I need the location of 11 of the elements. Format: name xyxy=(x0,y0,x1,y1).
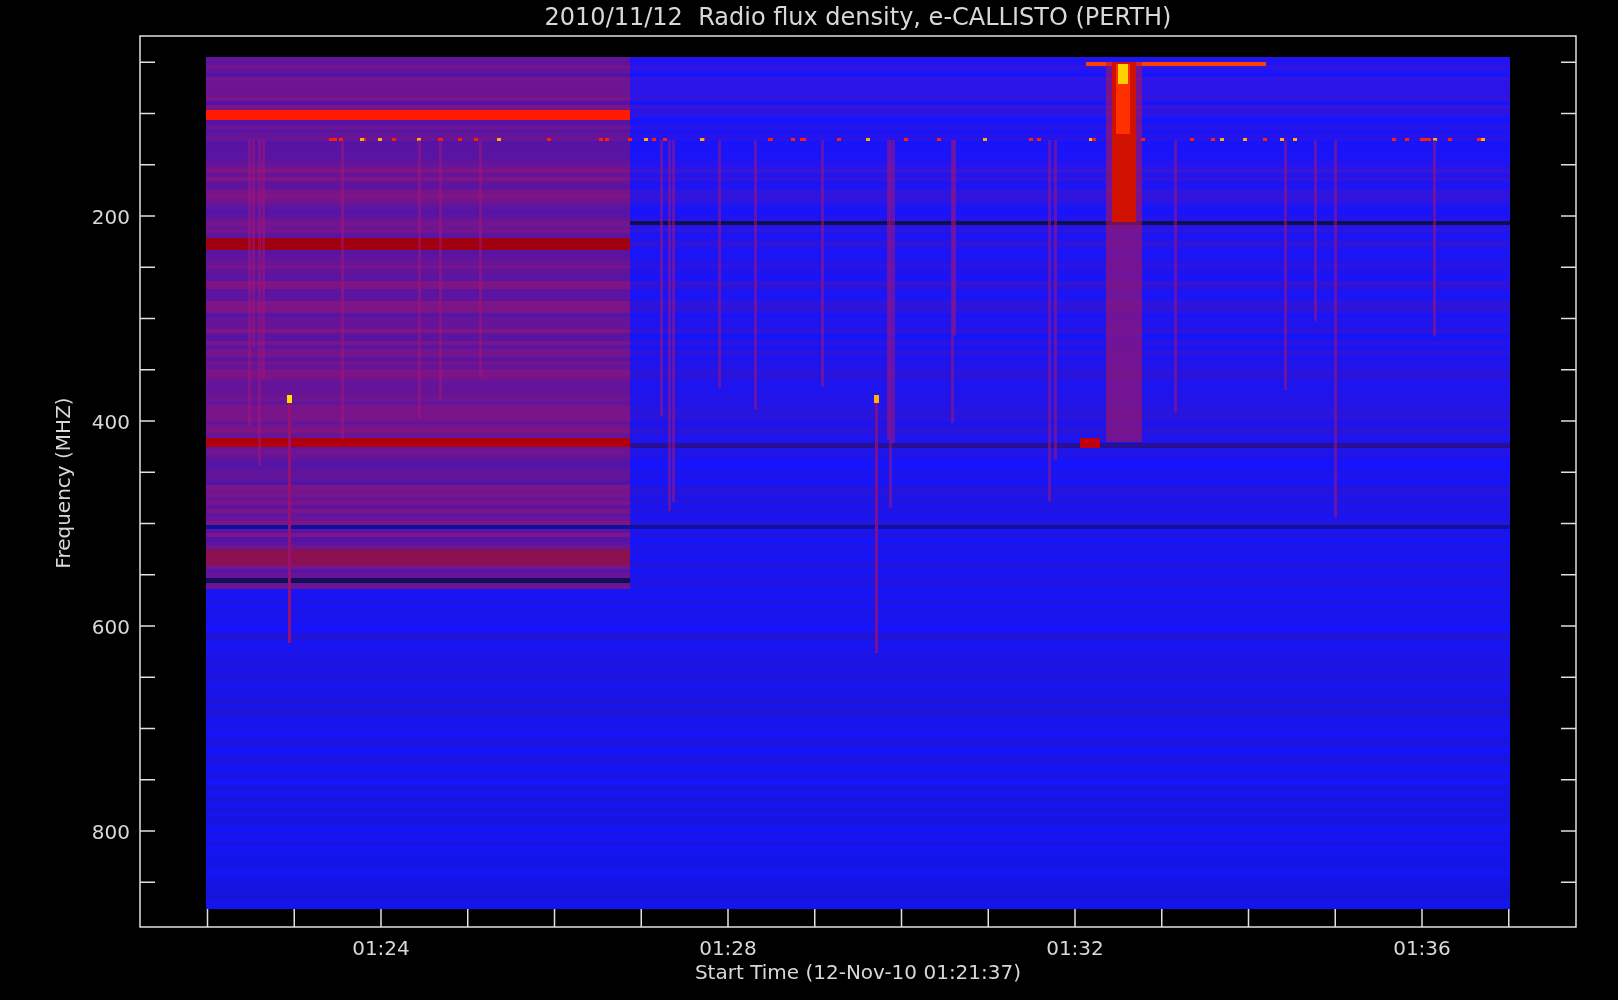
tick-label: 01:28 xyxy=(699,936,757,960)
tick-label: 01:36 xyxy=(1393,936,1451,960)
tick-label: 400 xyxy=(91,410,130,434)
tick-label: 600 xyxy=(91,615,130,639)
tick-label: 800 xyxy=(91,820,130,844)
tick-label: 01:32 xyxy=(1046,936,1104,960)
tick-label: 01:24 xyxy=(352,936,410,960)
axis-title: Frequency (MHZ) xyxy=(51,397,75,569)
axis-title: Start Time (12-Nov-10 01:21:37) xyxy=(694,960,1022,984)
chart-title: 2010/11/12 Radio flux density, e-CALLISTO (PERTH) xyxy=(544,3,1172,31)
tick-label: 200 xyxy=(91,205,130,229)
